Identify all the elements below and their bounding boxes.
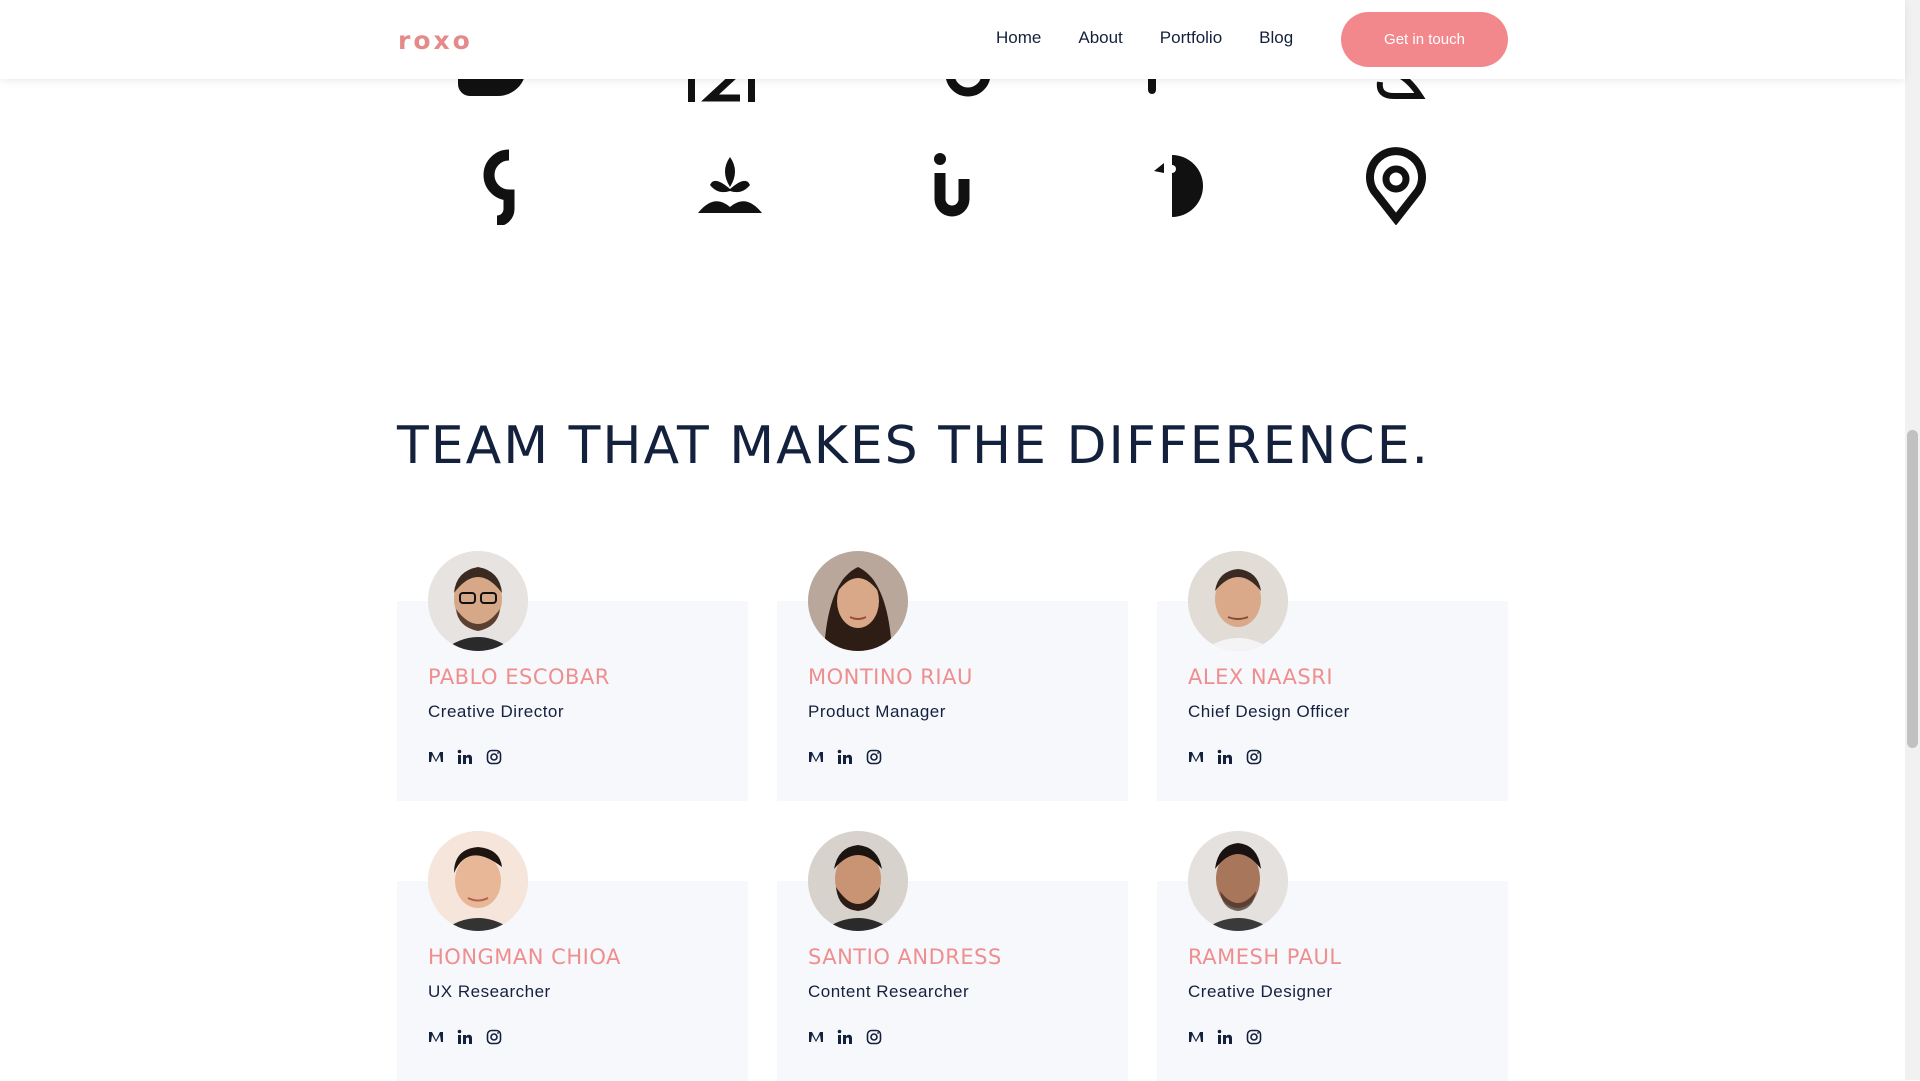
instagram-icon[interactable]: [1246, 749, 1262, 765]
avatar: [808, 551, 908, 651]
avatar: [808, 831, 908, 931]
nav-home[interactable]: Home: [996, 28, 1041, 48]
instagram-icon[interactable]: [486, 749, 502, 765]
medium-icon[interactable]: [428, 1029, 444, 1045]
member-role: Chief Design Officer: [1188, 702, 1350, 721]
member-role: Creative Designer: [1188, 982, 1333, 1001]
site-header: roxo Home About Portfolio Blog Get in to…: [0, 0, 1905, 79]
u-letter-icon: [912, 145, 992, 225]
social-links: [1188, 749, 1275, 765]
medium-icon[interactable]: [1188, 1029, 1204, 1045]
member-name: RAMESH PAUL: [1188, 945, 1342, 969]
scrollbar-thumb[interactable]: [1907, 430, 1918, 748]
social-links: [808, 749, 895, 765]
medium-icon[interactable]: [808, 1029, 824, 1045]
avatar: [1188, 831, 1288, 931]
social-links: [808, 1029, 895, 1045]
get-in-touch-button[interactable]: Get in touch: [1341, 12, 1508, 67]
bird-icon: [1134, 145, 1214, 225]
member-role: Content Researcher: [808, 982, 970, 1001]
page-scrollbar[interactable]: [1905, 0, 1920, 1080]
member-name: SANTIO ANDRESS: [808, 945, 1002, 969]
avatar: [1188, 551, 1288, 651]
instagram-icon[interactable]: [866, 1029, 882, 1045]
linkedin-icon[interactable]: [1217, 749, 1233, 765]
instagram-icon[interactable]: [866, 749, 882, 765]
avatar: [428, 551, 528, 651]
member-role: UX Researcher: [428, 982, 551, 1001]
member-role: Creative Director: [428, 702, 565, 721]
medium-icon[interactable]: [1188, 749, 1204, 765]
member-name: MONTINO RIAU: [808, 665, 973, 689]
nav-portfolio[interactable]: Portfolio: [1160, 28, 1222, 48]
main-nav: Home About Portfolio Blog: [996, 28, 1330, 48]
member-name: HONGMAN CHIOA: [428, 945, 621, 969]
lotus-icon: [690, 145, 770, 225]
member-name: ALEX NAASRI: [1188, 665, 1334, 689]
instagram-icon[interactable]: [1246, 1029, 1262, 1045]
brand-logo[interactable]: roxo: [398, 26, 473, 55]
member-role: Product Manager: [808, 702, 946, 721]
avatar: [428, 831, 528, 931]
member-name: PABLO ESCOBAR: [428, 665, 610, 689]
nav-about[interactable]: About: [1078, 28, 1122, 48]
social-links: [428, 1029, 515, 1045]
medium-icon[interactable]: [428, 749, 444, 765]
medium-icon[interactable]: [808, 749, 824, 765]
linkedin-icon[interactable]: [837, 1029, 853, 1045]
social-links: [1188, 1029, 1275, 1045]
team-section-title: TEAM THAT MAKES THE DIFFERENCE.: [397, 416, 1431, 476]
linkedin-icon[interactable]: [837, 749, 853, 765]
social-links: [428, 749, 515, 765]
instagram-icon[interactable]: [486, 1029, 502, 1045]
linkedin-icon[interactable]: [457, 1029, 473, 1045]
location-pin-icon: [1356, 145, 1436, 226]
linkedin-icon[interactable]: [1217, 1029, 1233, 1045]
linkedin-icon[interactable]: [457, 749, 473, 765]
nav-blog[interactable]: Blog: [1259, 28, 1293, 48]
g-letter-icon: [469, 145, 549, 227]
